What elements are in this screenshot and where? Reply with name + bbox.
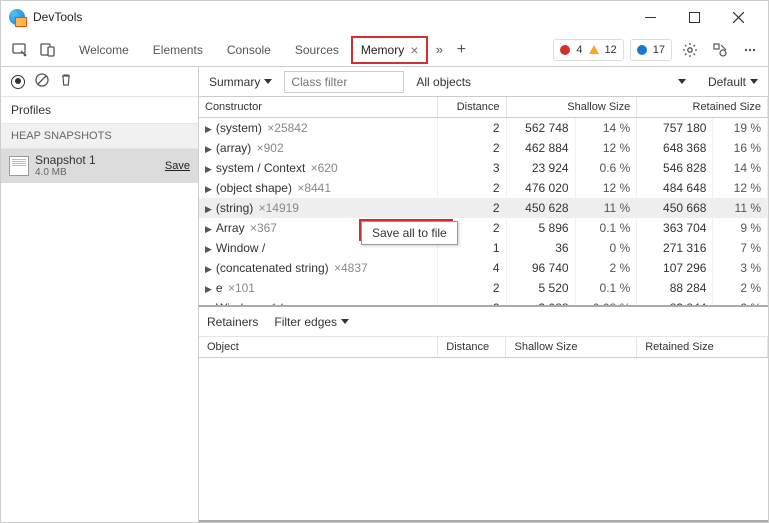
expand-icon[interactable]: ▶ [205,164,212,174]
view-dropdown-label: Summary [209,75,260,89]
col-distance[interactable]: Distance [438,97,506,118]
heap-snapshots-header: HEAP SNAPSHOTS [1,123,198,149]
settings-gear-icon[interactable] [678,38,702,62]
caret-down-icon [264,79,272,84]
info-dot-icon [637,45,647,55]
main-toolbar: Welcome Elements Console Sources Memory … [1,33,768,67]
caret-down-icon [341,319,349,324]
class-filter-input[interactable] [284,71,404,93]
tab-memory[interactable]: Memory × [351,36,429,64]
issues-badge[interactable]: 4 12 [553,39,623,61]
table-row[interactable]: ▶Window / 1360 %271 3167 % [199,238,768,258]
snapshot-name: Snapshot 1 [35,153,159,167]
filter-edges-label: Filter edges [274,315,337,329]
context-menu-save-all[interactable]: Save all to file [361,221,458,245]
table-row[interactable]: ▶(concatenated string) ×4837496 7402 %10… [199,258,768,278]
heap-table-container[interactable]: Constructor Distance Shallow Size Retain… [199,97,768,307]
tab-console[interactable]: Console [215,33,283,67]
profiles-header: Profiles [1,97,198,123]
clear-icon[interactable] [35,73,49,90]
trash-icon[interactable] [59,73,73,90]
table-row[interactable]: ▶(object shape) ×84412476 02012 %484 648… [199,178,768,198]
customize-icon[interactable] [708,38,732,62]
maximize-button[interactable] [672,2,716,32]
rcol-object[interactable]: Object [199,337,438,358]
tab-close-icon[interactable]: × [410,42,418,58]
table-row[interactable]: ▶(system) ×258422562 74814 %757 18019 % [199,118,768,139]
expand-icon[interactable]: ▶ [205,244,212,254]
view-dropdown[interactable]: Summary [205,75,276,89]
device-toggle-icon[interactable] [35,37,61,63]
profiles-sidebar: Profiles HEAP SNAPSHOTS Snapshot 1 4.0 M… [1,67,199,522]
snapshot-save-link[interactable]: Save [165,160,190,172]
caret-down-icon[interactable] [678,79,686,84]
expand-icon[interactable]: ▶ [205,264,212,274]
table-row[interactable]: ▶(array) ×9022462 88412 %648 36816 % [199,138,768,158]
table-row[interactable]: ▶e ×10125 5200.1 %88 2842 % [199,278,768,298]
table-row[interactable]: ▶Window ×1423 0880.08 %83 8442 % [199,298,768,307]
info-count: 17 [653,44,665,56]
tab-sources[interactable]: Sources [283,33,351,67]
retainers-label: Retainers [207,315,258,329]
warning-triangle-icon [589,45,599,54]
col-shallow[interactable]: Shallow Size [506,97,637,118]
filter-bar: Summary All objects Default [199,67,768,97]
titlebar: DevTools [1,1,768,33]
expand-icon[interactable]: ▶ [205,304,212,307]
info-badge[interactable]: 17 [630,39,672,61]
more-options-icon[interactable] [738,38,762,62]
snapshot-file-icon [9,156,29,176]
table-row[interactable]: ▶Array ×36725 8960.1 %363 7049 % [199,218,768,238]
col-constructor[interactable]: Constructor [199,97,438,118]
snapshot-size: 4.0 MB [35,167,159,179]
close-button[interactable] [716,2,760,32]
add-tab-icon[interactable]: + [450,41,472,59]
col-retained[interactable]: Retained Size [637,97,768,118]
objects-filter-dropdown[interactable]: All objects [412,75,475,89]
retainers-table-container[interactable]: Object Distance Shallow Size Retained Si… [199,337,768,522]
heap-table: Constructor Distance Shallow Size Retain… [199,97,768,307]
objects-filter-label: All objects [416,75,471,89]
tab-welcome[interactable]: Welcome [67,33,141,67]
error-count: 4 [576,44,582,56]
expand-icon[interactable]: ▶ [205,284,212,294]
caret-down-icon [750,79,758,84]
table-row[interactable]: ▶system / Context ×620323 9240.6 %546 82… [199,158,768,178]
expand-icon[interactable]: ▶ [205,204,212,214]
snapshot-item[interactable]: Snapshot 1 4.0 MB Save [1,149,198,183]
grouping-dropdown[interactable]: Default [704,75,762,89]
expand-icon[interactable]: ▶ [205,184,212,194]
retainers-table: Object Distance Shallow Size Retained Si… [199,337,768,358]
table-row[interactable]: ▶(string) ×149192450 62811 %450 66811 % [199,198,768,218]
grouping-label: Default [708,75,746,89]
rcol-retained[interactable]: Retained Size [637,337,768,358]
devtools-app-icon [9,9,25,25]
expand-icon[interactable]: ▶ [205,224,212,234]
more-tabs-icon[interactable]: » [428,42,450,57]
warning-count: 12 [605,44,617,56]
expand-icon[interactable]: ▶ [205,144,212,154]
inspect-element-icon[interactable] [7,37,33,63]
filter-edges-dropdown[interactable]: Filter edges [270,315,353,329]
error-dot-icon [560,45,570,55]
retainers-bar: Retainers Filter edges [199,307,768,337]
tab-elements[interactable]: Elements [141,33,215,67]
minimize-button[interactable] [628,2,672,32]
expand-icon[interactable]: ▶ [205,124,212,134]
rcol-shallow[interactable]: Shallow Size [506,337,637,358]
rcol-distance[interactable]: Distance [438,337,506,358]
record-icon[interactable] [11,75,25,89]
tab-memory-label: Memory [361,43,404,57]
window-title: DevTools [33,10,82,24]
